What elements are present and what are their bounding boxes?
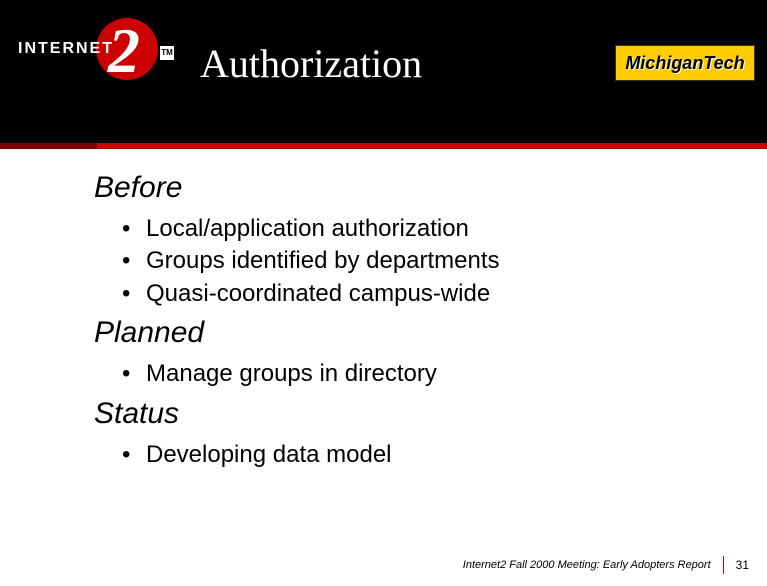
bullet-item: Local/application authorization [122,213,727,245]
slide-footer: Internet2 Fall 2000 Meeting: Early Adopt… [463,556,749,574]
logo-number: 2 [108,14,140,88]
bullet-list-before: Local/application authorization Groups i… [122,213,727,310]
section-heading-planned: Planned [94,316,727,350]
slide-title: Authorization [200,40,422,87]
logo-text: INTERNET [18,40,114,58]
michigan-tech-text: MichiganTech [625,53,744,74]
slide-content: Before Local/application authorization G… [94,165,727,477]
bullet-list-planned: Manage groups in directory [122,358,727,390]
accent-bar-light [97,143,767,149]
bullet-item: Manage groups in directory [122,358,727,390]
logo-tm: TM [160,46,174,60]
bullet-item: Quasi-coordinated campus-wide [122,278,727,310]
slide-header: INTERNET 2 TM Authorization MichiganTech [0,0,767,143]
bullet-item: Groups identified by departments [122,245,727,277]
page-number: 31 [736,558,749,572]
footer-text: Internet2 Fall 2000 Meeting: Early Adopt… [463,559,711,571]
footer-separator [723,556,724,574]
bullet-list-status: Developing data model [122,439,727,471]
bullet-item: Developing data model [122,439,727,471]
section-heading-status: Status [94,397,727,431]
accent-bar-dark [0,143,97,149]
accent-bar [0,143,767,149]
michigan-tech-logo: MichiganTech [615,45,755,81]
section-heading-before: Before [94,171,727,205]
internet2-logo: INTERNET 2 TM [18,18,168,118]
